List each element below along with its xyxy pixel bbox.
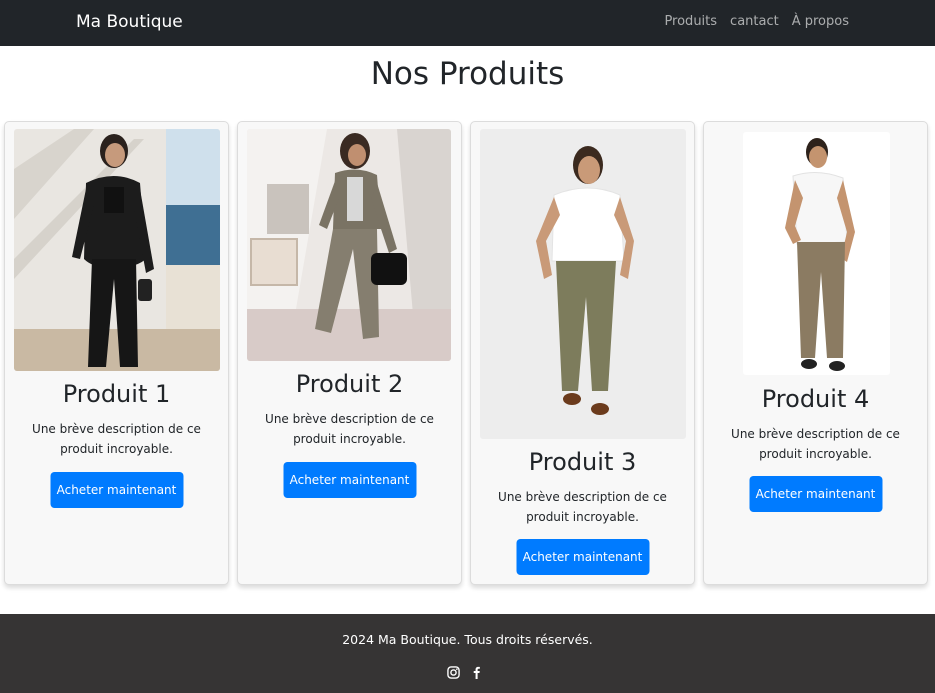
navbar: Ma Boutique Produits cantact À propos	[0, 0, 935, 46]
product-image-2	[247, 129, 451, 361]
footer-copyright: 2024 Ma Boutique. Tous droits réservés.	[342, 632, 593, 647]
buy-button-3[interactable]: Acheter maintenant	[516, 539, 649, 575]
instagram-icon[interactable]	[447, 664, 461, 679]
product-title-3: Produit 3	[528, 448, 637, 476]
product-description-4: Une brève description de ce produit incr…	[731, 427, 900, 461]
footer: 2024 Ma Boutique. Tous droits réservés.	[0, 614, 935, 693]
nav-link-produits[interactable]: Produits	[664, 14, 717, 29]
product-title-1: Produit 1	[62, 380, 171, 408]
product-image-4	[743, 132, 890, 375]
product-card-3: Produit 3 Une brève description de ce pr…	[470, 121, 695, 585]
buy-button-4[interactable]: Acheter maintenant	[749, 476, 882, 512]
social-links	[447, 664, 484, 679]
buy-button-2[interactable]: Acheter maintenant	[283, 462, 416, 498]
facebook-icon[interactable]	[470, 664, 484, 679]
nav-link-a-propos[interactable]: À propos	[792, 14, 849, 29]
product-card-2: Produit 2 Une brève description de ce pr…	[237, 121, 462, 585]
brand-link[interactable]: Ma Boutique	[76, 12, 183, 32]
product-image-3	[480, 129, 686, 439]
product-card-4: Produit 4 Une brève description de ce pr…	[703, 121, 928, 585]
page-title: Nos Produits	[370, 56, 565, 92]
product-card-1: Produit 1 Une brève description de ce pr…	[4, 121, 229, 585]
buy-button-1[interactable]: Acheter maintenant	[50, 472, 183, 508]
product-description-3: Une brève description de ce produit incr…	[498, 490, 667, 524]
product-description-2: Une brève description de ce produit incr…	[265, 412, 434, 446]
nav-link-contact[interactable]: cantact	[730, 14, 779, 29]
nav-links: Produits cantact À propos	[664, 14, 849, 29]
product-title-2: Produit 2	[295, 370, 404, 398]
product-title-4: Produit 4	[761, 385, 870, 413]
product-description-1: Une brève description de ce produit incr…	[32, 422, 201, 456]
product-image-1	[14, 129, 220, 371]
